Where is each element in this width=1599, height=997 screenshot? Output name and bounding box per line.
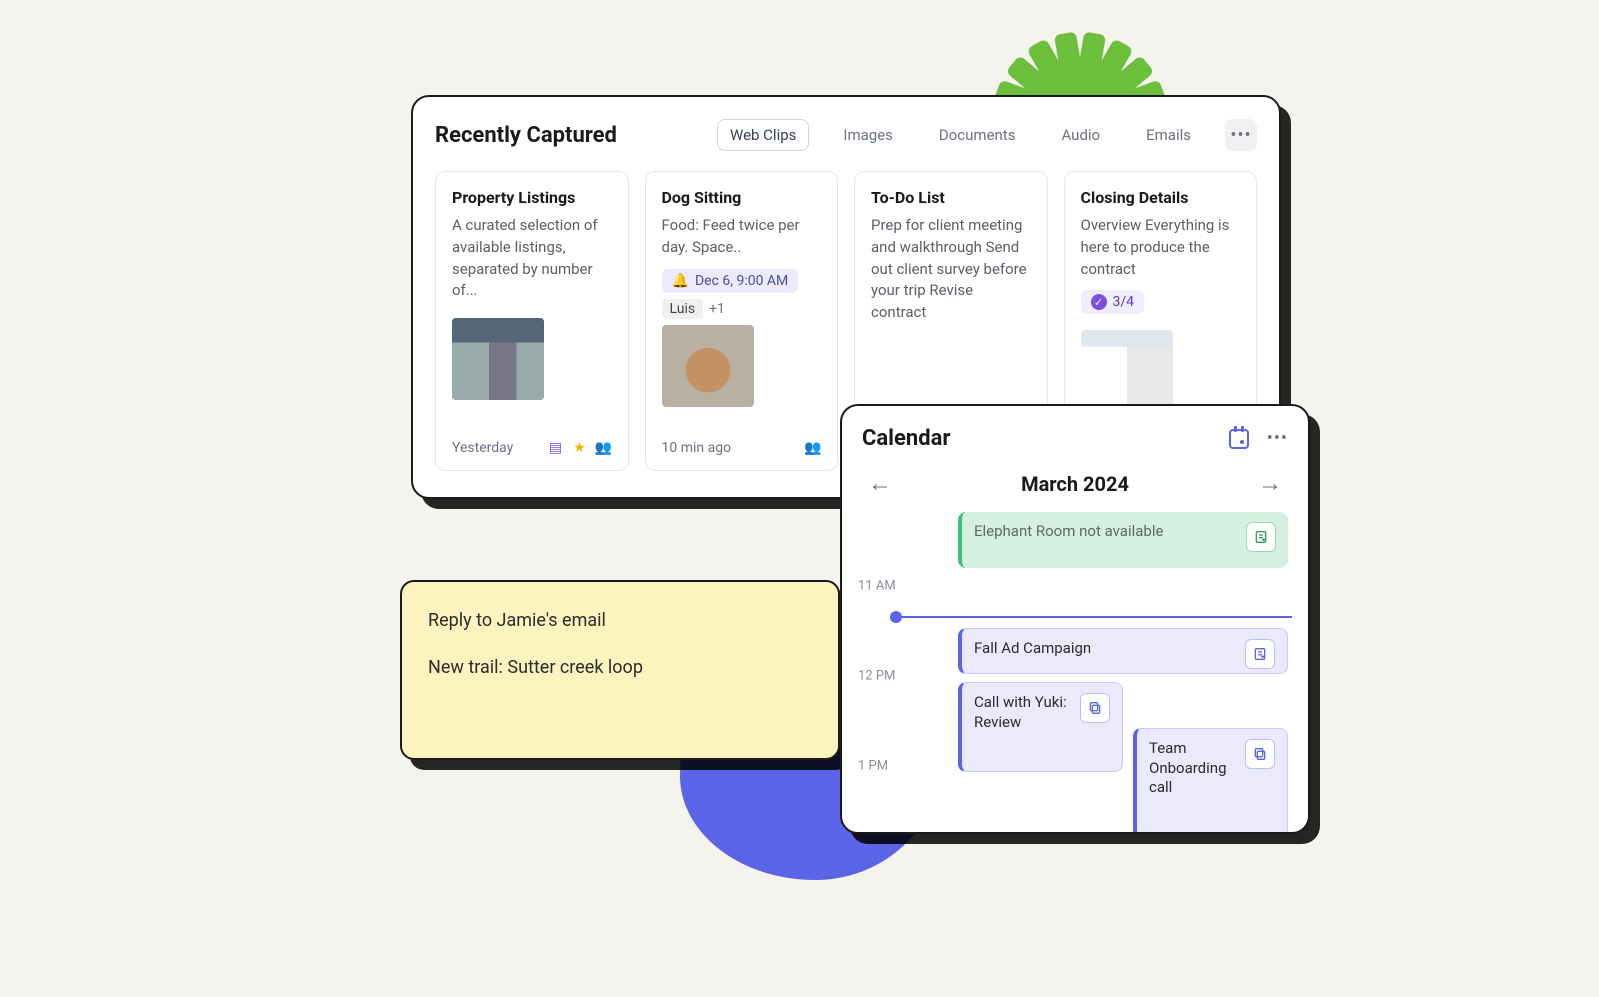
time-label-12pm: 12 PM [858,669,895,684]
event-title: Fall Ad Campaign [974,639,1091,659]
card-timestamp: 10 min ago [662,440,732,456]
reminder-time: Dec 6, 9:00 AM [695,273,788,289]
card-body: Overview Everything is here to produce t… [1081,215,1241,280]
calendar-month-label: March 2024 [1021,472,1129,496]
event-note-icon[interactable] [1245,639,1275,669]
card-thumbnail [1081,330,1173,412]
more-tabs-button[interactable]: ••• [1225,119,1257,151]
calendar-event-fall-ad[interactable]: Fall Ad Campaign [958,628,1288,674]
shared-icon: 👥 [805,440,821,456]
sticky-line-1: Reply to Jamie's email [428,610,812,631]
calendar-more-button[interactable]: ••• [1267,428,1288,449]
progress-pill: ✓ 3/4 [1081,290,1145,314]
card-status-icons: 👥 [805,440,821,456]
event-note-icon[interactable] [1246,522,1276,552]
calendar-panel: Calendar ••• ← March 2024 → 11 AM 12 PM … [840,404,1310,834]
calendar-event-elephant-room[interactable]: Elephant Room not available [958,512,1288,568]
card-thumbnail [662,325,754,407]
event-title: Call with Yuki: Review [974,693,1072,732]
card-thumbnail [452,318,544,400]
note-card-property-listings[interactable]: Property Listings A curated selection of… [435,171,629,471]
event-copy-icon[interactable] [1080,693,1110,723]
sticky-line-2: New trail: Sutter creek loop [428,657,812,678]
card-status-icons: ▤ ★ 👥 [548,440,612,456]
calendar-event-yuki[interactable]: Call with Yuki: Review [958,682,1123,772]
event-title: Team Onboarding call [1149,739,1237,798]
card-title: Dog Sitting [662,188,822,207]
time-label-11am: 11 AM [858,579,896,594]
progress-count: 3/4 [1113,294,1135,310]
calendar-event-team-onboarding[interactable]: Team Onboarding call [1133,728,1288,834]
card-body: Food: Feed twice per day. Space.. [662,215,822,259]
calendar-prev-button[interactable]: ← [862,465,898,502]
note-card-dog-sitting[interactable]: Dog Sitting Food: Feed twice per day. Sp… [645,171,839,471]
tab-audio[interactable]: Audio [1049,120,1112,150]
tab-emails[interactable]: Emails [1134,120,1203,150]
note-icon: ▤ [548,440,564,456]
card-body: Prep for client meeting and walkthrough … [871,215,1031,324]
reminder-pill: 🔔 Dec 6, 9:00 AM [662,269,799,293]
card-title: To-Do List [871,188,1031,207]
person-chip: Luis [662,299,704,319]
event-title: Elephant Room not available [974,522,1163,542]
calendar-next-button[interactable]: → [1252,465,1288,502]
card-title: Closing Details [1081,188,1241,207]
captured-filter-tabs: Web Clips Images Documents Audio Emails … [717,119,1257,151]
event-copy-icon[interactable] [1245,739,1275,769]
sticky-note[interactable]: Reply to Jamie's email New trail: Sutter… [400,580,840,760]
calendar-date-icon[interactable] [1229,429,1249,449]
tab-web-clips[interactable]: Web Clips [717,119,809,151]
card-body: A curated selection of available listing… [452,215,612,302]
current-time-indicator [896,616,1292,618]
time-label-1pm: 1 PM [858,759,888,774]
tab-images[interactable]: Images [831,120,905,150]
card-timestamp: Yesterday [452,440,513,456]
card-title: Property Listings [452,188,612,207]
star-icon: ★ [572,440,588,456]
recently-captured-title: Recently Captured [435,123,617,148]
calendar-day-grid: 11 AM 12 PM 1 PM Elephant Room not avail… [908,512,1288,832]
shared-icon: 👥 [596,440,612,456]
more-people-count: +1 [709,301,725,317]
calendar-title: Calendar [862,426,950,451]
tab-documents[interactable]: Documents [927,120,1028,150]
check-icon: ✓ [1091,294,1107,310]
bell-icon: 🔔 [672,273,689,289]
